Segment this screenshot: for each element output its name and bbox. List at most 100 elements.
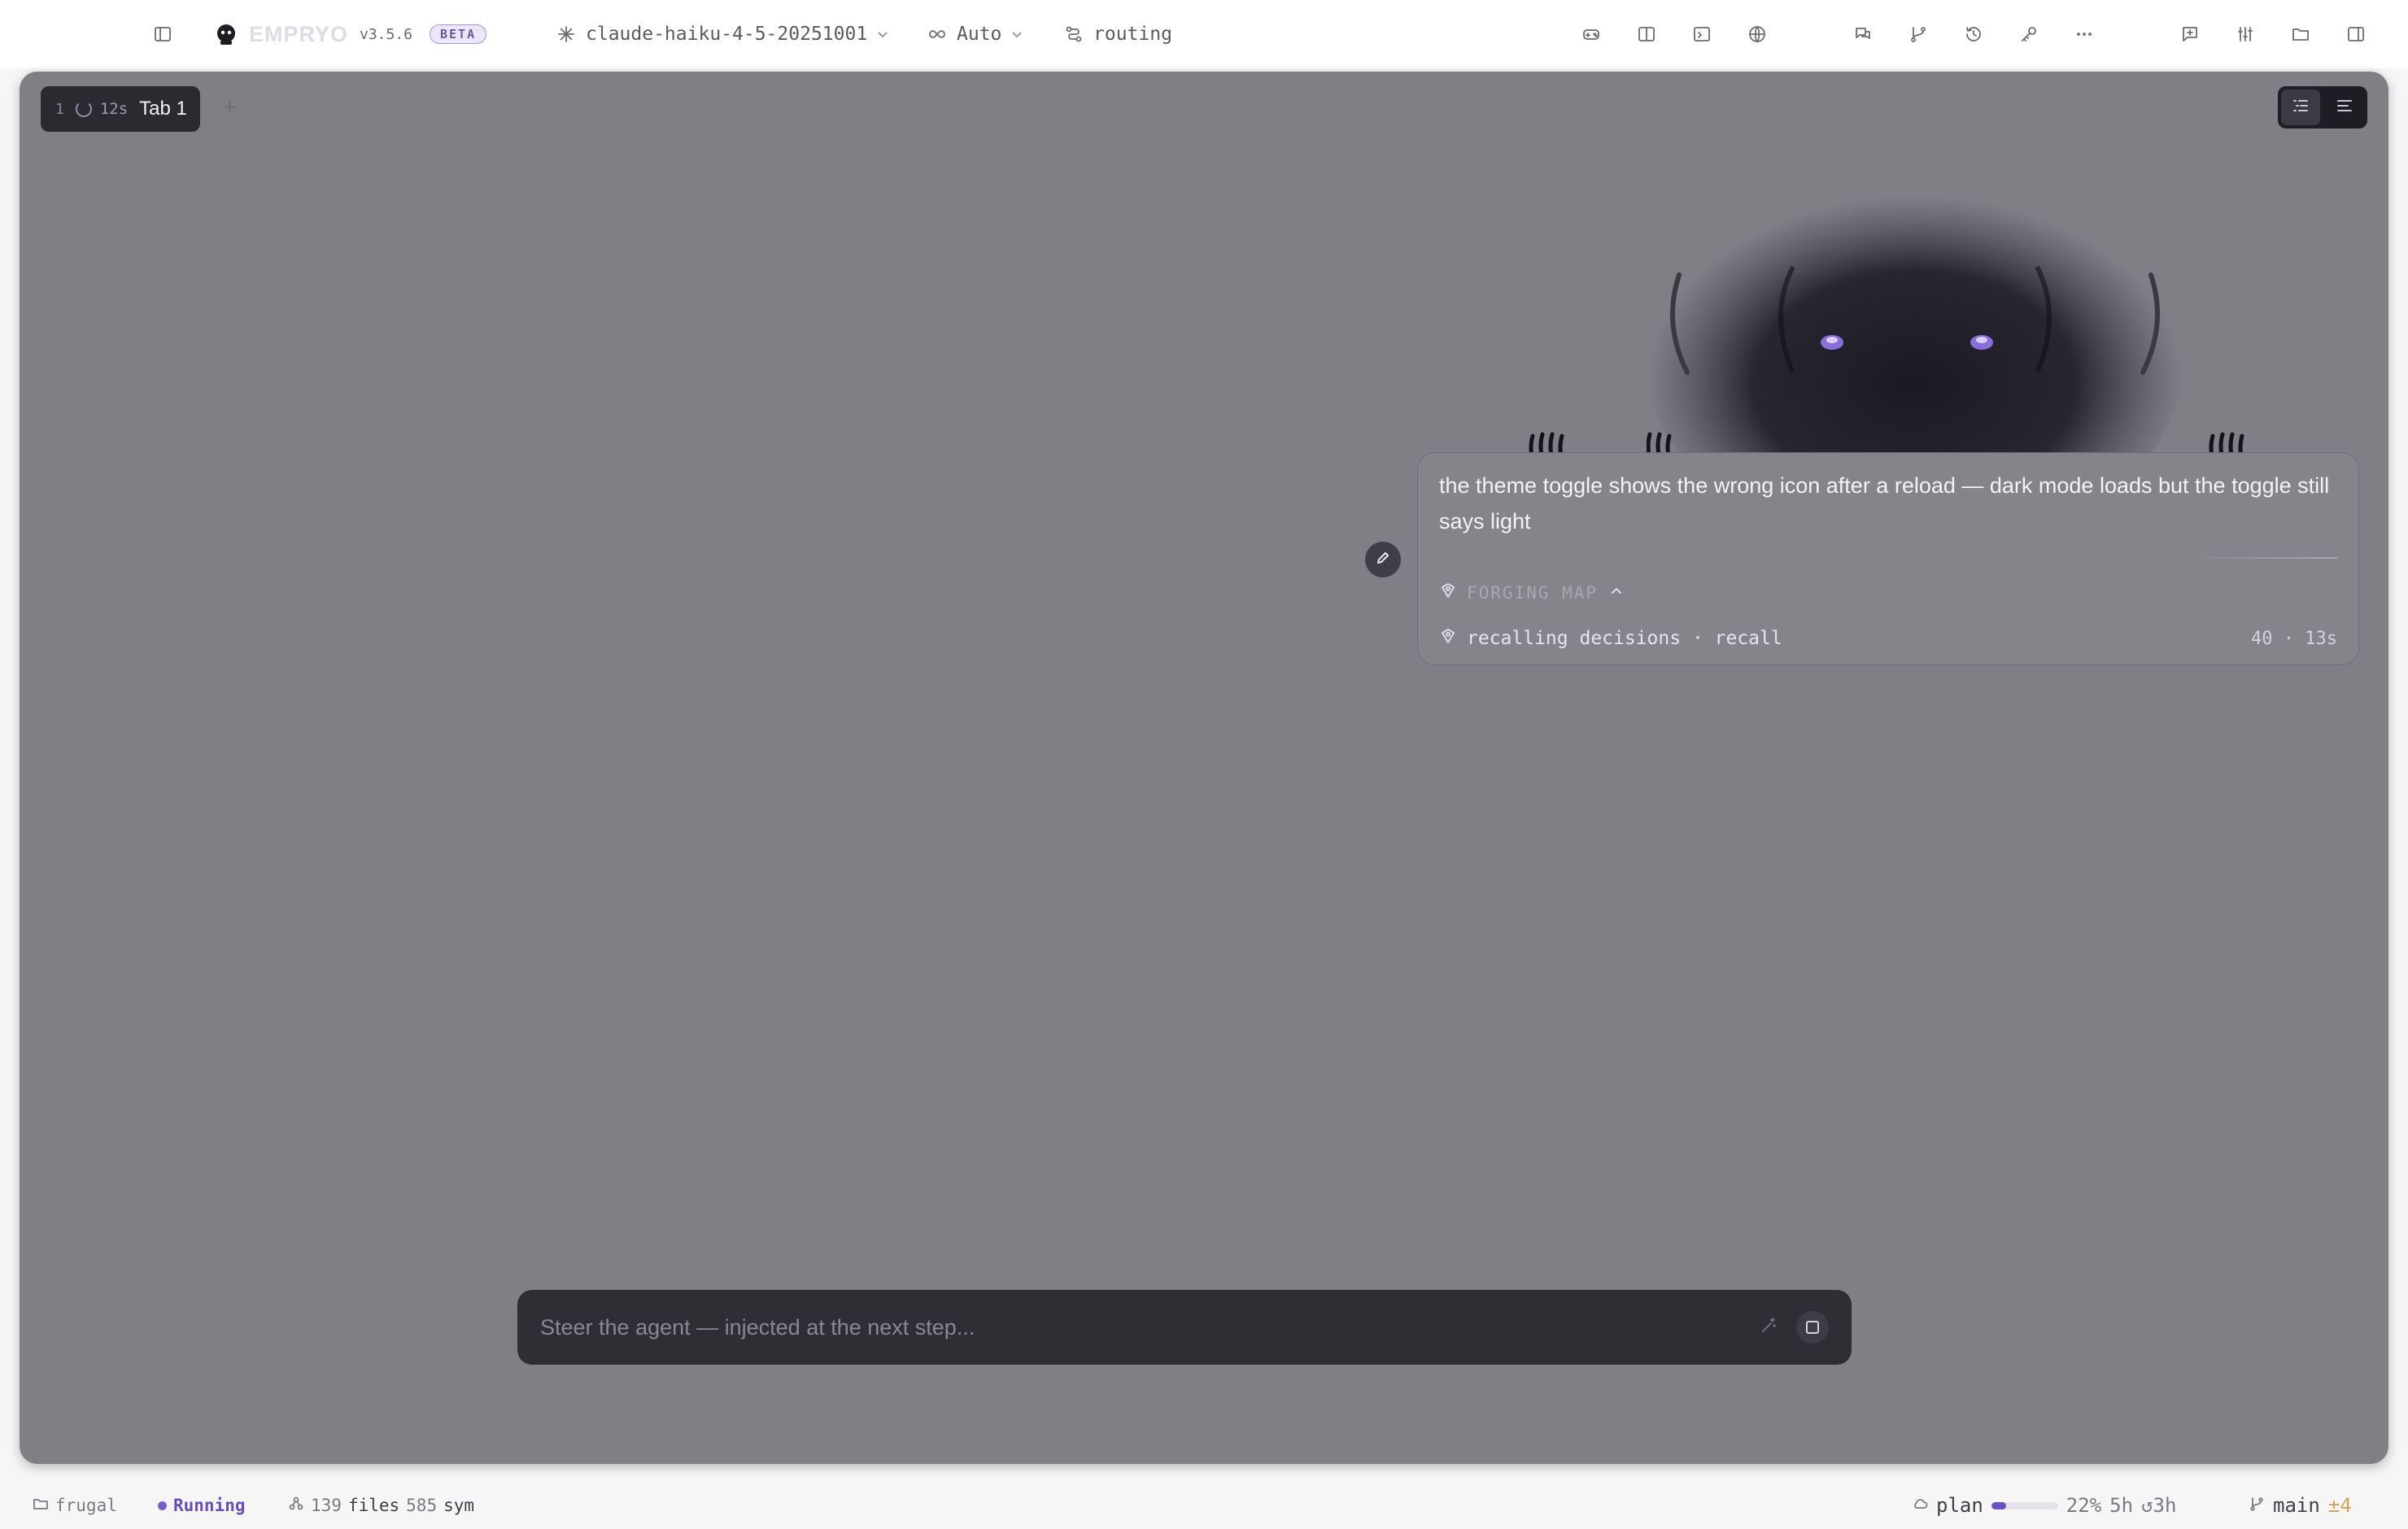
detailed-view-button[interactable] [2281, 89, 2320, 125]
folder-icon [33, 1496, 49, 1516]
history-icon [1962, 23, 1985, 46]
gamepad-icon [1580, 23, 1603, 46]
index-stats[interactable]: 139 files 585 sym [288, 1482, 474, 1529]
new-tab-button[interactable]: + [223, 94, 236, 120]
new-message-button[interactable] [2179, 0, 2201, 68]
compact-view-button[interactable] [2325, 89, 2364, 125]
branch-changes: ±4 [2327, 1494, 2352, 1517]
loading-spinner-icon [75, 101, 92, 117]
terminal-button[interactable] [1690, 0, 1713, 68]
key-button[interactable] [2018, 0, 2040, 68]
history-button[interactable] [1962, 0, 1985, 68]
git-button[interactable] [1907, 0, 1930, 68]
user-message-card: the theme toggle shows the wrong icon af… [1417, 452, 2359, 665]
forging-map-label: FORGING MAP [1467, 582, 1599, 603]
sidebar-toggle-icon [151, 23, 174, 46]
message-text: the theme toggle shows the wrong icon af… [1439, 473, 2330, 534]
tab-label: Tab 1 [139, 98, 187, 120]
recall-status-label: recalling decisions · recall [1467, 627, 1782, 649]
divider [2191, 557, 2337, 559]
agent-panel: 1 12s Tab 1 + the theme toggle shows the… [20, 72, 2388, 1464]
settings-button[interactable] [2234, 0, 2257, 68]
recall-status: recalling decisions · recall [1439, 627, 1782, 649]
git-branch-icon [2249, 1496, 2265, 1516]
nodes-icon [288, 1496, 304, 1516]
split-view-button[interactable] [1635, 0, 1658, 68]
mode-selector[interactable]: Auto [926, 0, 1024, 68]
view-toggle [2278, 86, 2367, 129]
infinity-icon [926, 23, 949, 46]
folder-name: frugal [55, 1496, 117, 1515]
steer-bar [517, 1290, 1852, 1365]
chevron-up-icon [1608, 582, 1625, 603]
magic-wand-icon[interactable] [1759, 1316, 1778, 1340]
map-pin-icon [1439, 627, 1457, 649]
git-branch-status[interactable]: main ±4 [2249, 1482, 2352, 1529]
logo-icon [213, 21, 239, 47]
tab-elapsed: 12s [99, 100, 129, 118]
plan-label: plan [1936, 1494, 1983, 1517]
version-text: v3.5.6 [360, 25, 413, 43]
pencil-icon [1375, 550, 1391, 570]
brand: EMPRYO [213, 0, 348, 68]
sym-count: 585 [406, 1496, 438, 1515]
browser-button[interactable] [1746, 0, 1769, 68]
right-sidebar-button[interactable] [2345, 0, 2367, 68]
status-bar: frugal Running 139 files 585 sym plan 22… [0, 1482, 2408, 1529]
more-icon [2073, 23, 2096, 46]
terminal-icon [1690, 23, 1713, 46]
beta-badge-text: BETA [430, 24, 487, 44]
git-branch-icon [1907, 23, 1930, 46]
routing-label: routing [1093, 24, 1172, 45]
forging-map-toggle[interactable]: FORGING MAP [1439, 582, 1625, 603]
split-view-icon [1635, 23, 1658, 46]
sidebar-toggle-button[interactable] [151, 0, 174, 68]
files-label: files [347, 1496, 400, 1515]
list-detail-icon [2290, 95, 2311, 120]
chat-button[interactable] [1852, 0, 1874, 68]
branch-name: main [2273, 1494, 2320, 1517]
routing-icon [1062, 23, 1085, 46]
right-sidebar-icon [2345, 23, 2367, 46]
sliders-icon [2234, 23, 2257, 46]
routing-button[interactable]: routing [1062, 0, 1172, 68]
plan-time: 5h [2109, 1494, 2134, 1517]
cloud-icon [1912, 1496, 1928, 1516]
model-name: claude-haiku-4-5-20251001 [586, 24, 868, 45]
plan-reset: ↺3h [2141, 1494, 2177, 1517]
brand-name: EMPRYO [249, 21, 349, 46]
files-count: 139 [311, 1496, 342, 1515]
gamepad-button[interactable] [1580, 0, 1603, 68]
mascot-creature [1636, 177, 2249, 551]
globe-icon [1746, 23, 1769, 46]
recall-meta: 40 · 13s [2251, 629, 2337, 649]
more-button[interactable] [2073, 0, 2096, 68]
version-label: v3.5.6 [360, 0, 412, 68]
tab-1[interactable]: 1 12s Tab 1 [41, 86, 200, 132]
steer-input[interactable] [540, 1290, 1744, 1365]
model-selector[interactable]: claude-haiku-4-5-20251001 [555, 0, 890, 68]
edit-message-button[interactable] [1365, 542, 1401, 577]
folder-button[interactable] [2289, 0, 2312, 68]
plan-progress-fill [1991, 1501, 2006, 1509]
chat-icon [1852, 23, 1874, 46]
plan-percent: 22% [2066, 1494, 2102, 1517]
list-icon [2334, 95, 2355, 120]
plan-usage[interactable]: plan 22% 5h ↺3h [1912, 1482, 2176, 1529]
chevron-down-icon [1010, 27, 1024, 41]
map-pin-icon [1439, 582, 1457, 603]
mode-name: Auto [957, 24, 1002, 45]
project-folder[interactable]: frugal [33, 1482, 117, 1529]
sym-label: sym [443, 1496, 475, 1515]
tab-number: 1 [55, 100, 64, 118]
folder-icon [2289, 23, 2312, 46]
stop-icon [1806, 1321, 1819, 1334]
top-bar: EMPRYO v3.5.6 BETA claude-haiku-4-5-2025… [0, 0, 2408, 68]
new-message-icon [2179, 23, 2201, 46]
sparkle-icon [555, 23, 578, 46]
stop-button[interactable] [1796, 1311, 1829, 1344]
agent-state: Running [158, 1482, 246, 1529]
plan-progress-bar [1991, 1501, 2058, 1509]
status-dot [158, 1501, 167, 1510]
beta-badge: BETA [430, 0, 487, 68]
